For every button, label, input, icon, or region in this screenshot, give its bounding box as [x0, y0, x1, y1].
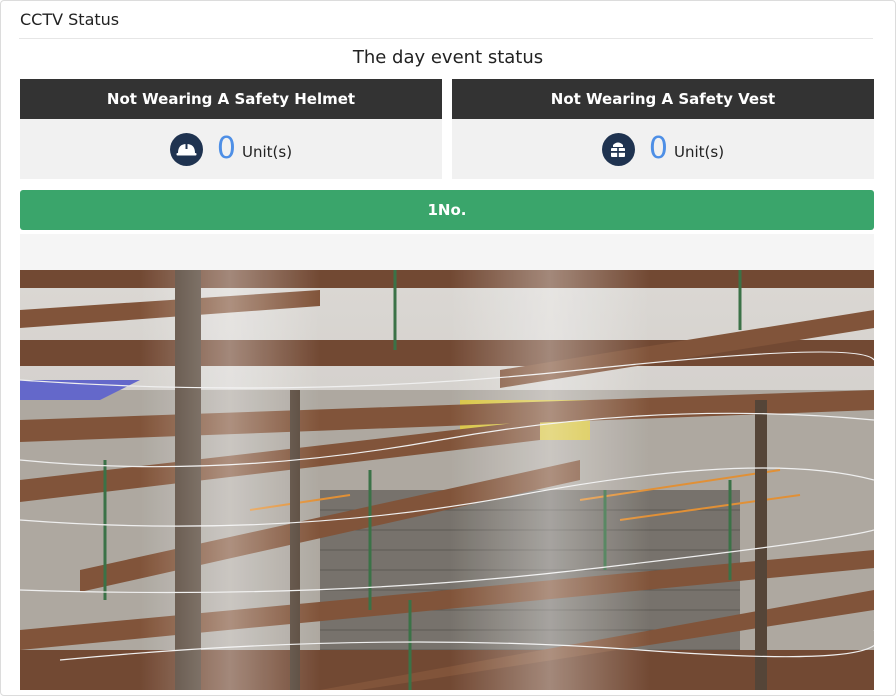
camera-toolbar-area	[20, 234, 874, 270]
camera-number-button[interactable]: 1No.	[20, 190, 874, 230]
panel-title: CCTV Status	[20, 10, 120, 29]
vest-violation-count: 0	[648, 131, 669, 166]
vest-unit-label: Unit(s)	[674, 143, 725, 161]
helmet-violation-count: 0	[216, 131, 237, 166]
vest-stat-card: Not Wearing A Safety Vest 0 Unit(s)	[452, 79, 874, 179]
event-status-title: The day event status	[352, 47, 544, 68]
hard-hat-icon	[169, 132, 203, 166]
safety-vest-icon	[601, 132, 635, 166]
cctv-video-feed[interactable]	[20, 270, 874, 690]
helmet-stat-label: Not Wearing A Safety Helmet	[20, 79, 442, 119]
vest-stat-label: Not Wearing A Safety Vest	[452, 79, 874, 119]
cctv-status-panel: CCTV Status The day event status Not Wea…	[0, 0, 896, 696]
vest-stat-body: 0 Unit(s)	[452, 119, 874, 179]
title-divider	[19, 38, 873, 39]
helmet-stat-body: 0 Unit(s)	[20, 119, 442, 179]
cctv-scene	[20, 270, 874, 690]
helmet-unit-label: Unit(s)	[242, 143, 293, 161]
helmet-stat-card: Not Wearing A Safety Helmet 0 Unit(s)	[20, 79, 442, 179]
